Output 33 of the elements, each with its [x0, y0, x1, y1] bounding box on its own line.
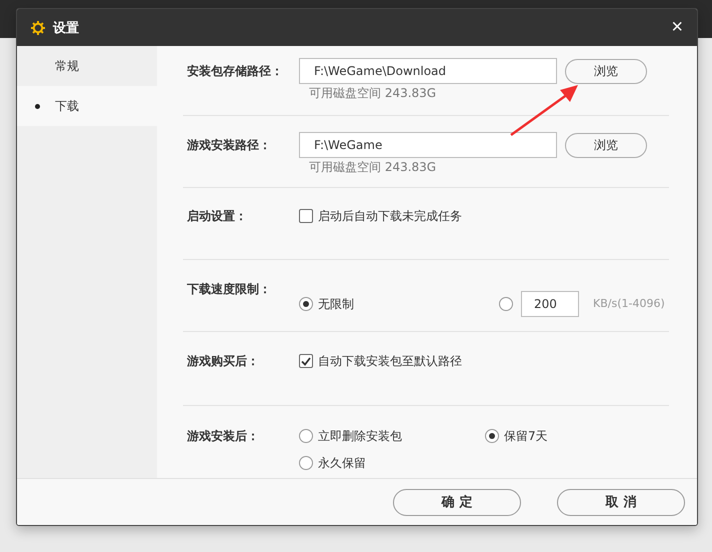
window-title: 设置 [53, 20, 80, 36]
radio-button[interactable] [485, 429, 499, 444]
path-field[interactable]: F:\WeGame [299, 132, 557, 158]
gear-icon [31, 20, 45, 34]
unit-label: KB/s(1-4096) [593, 297, 665, 310]
option-label: 保留7天 [504, 428, 548, 446]
checkbox-label: 自动下载安装包至默认路径 [318, 353, 462, 370]
checkbox-label: 启动后自动下载未完成任务 [318, 208, 462, 225]
setting-label: 下载速度限制： [187, 281, 272, 298]
path-field[interactable]: F:\WeGame\Download [299, 58, 557, 84]
radio-button[interactable] [499, 296, 513, 310]
speed-field[interactable]: 200 [521, 290, 579, 316]
option-label: 永久保留 [318, 454, 366, 472]
option-label: 无限制 [318, 296, 354, 312]
checkbox[interactable] [299, 354, 313, 368]
setting-label: 游戏安装路径： [187, 137, 272, 154]
setting-label: 游戏购买后： [187, 353, 260, 370]
radio-button[interactable] [299, 296, 313, 310]
radio-button[interactable] [299, 429, 313, 444]
disk-space-text: 可用磁盘空间 243.83G [308, 85, 438, 102]
option-label: 立即删除安装包 [318, 428, 402, 446]
cancel-button[interactable]: 取 消 [557, 488, 685, 516]
ok-button[interactable]: 确 定 [393, 488, 521, 516]
close-button[interactable]: × [667, 16, 687, 39]
setting-label: 启动设置： [187, 208, 248, 225]
browse-button[interactable]: 浏览 [565, 58, 647, 84]
setting-label: 安装包存储路径： [187, 63, 284, 80]
checkbox[interactable] [299, 209, 313, 223]
radio-button[interactable] [299, 456, 313, 470]
sidebar-item[interactable]: 下载 [17, 86, 157, 126]
setting-label: 游戏安装后： [187, 428, 260, 445]
disk-space-text: 可用磁盘空间 243.83G [308, 159, 438, 176]
browse-button[interactable]: 浏览 [565, 132, 647, 158]
